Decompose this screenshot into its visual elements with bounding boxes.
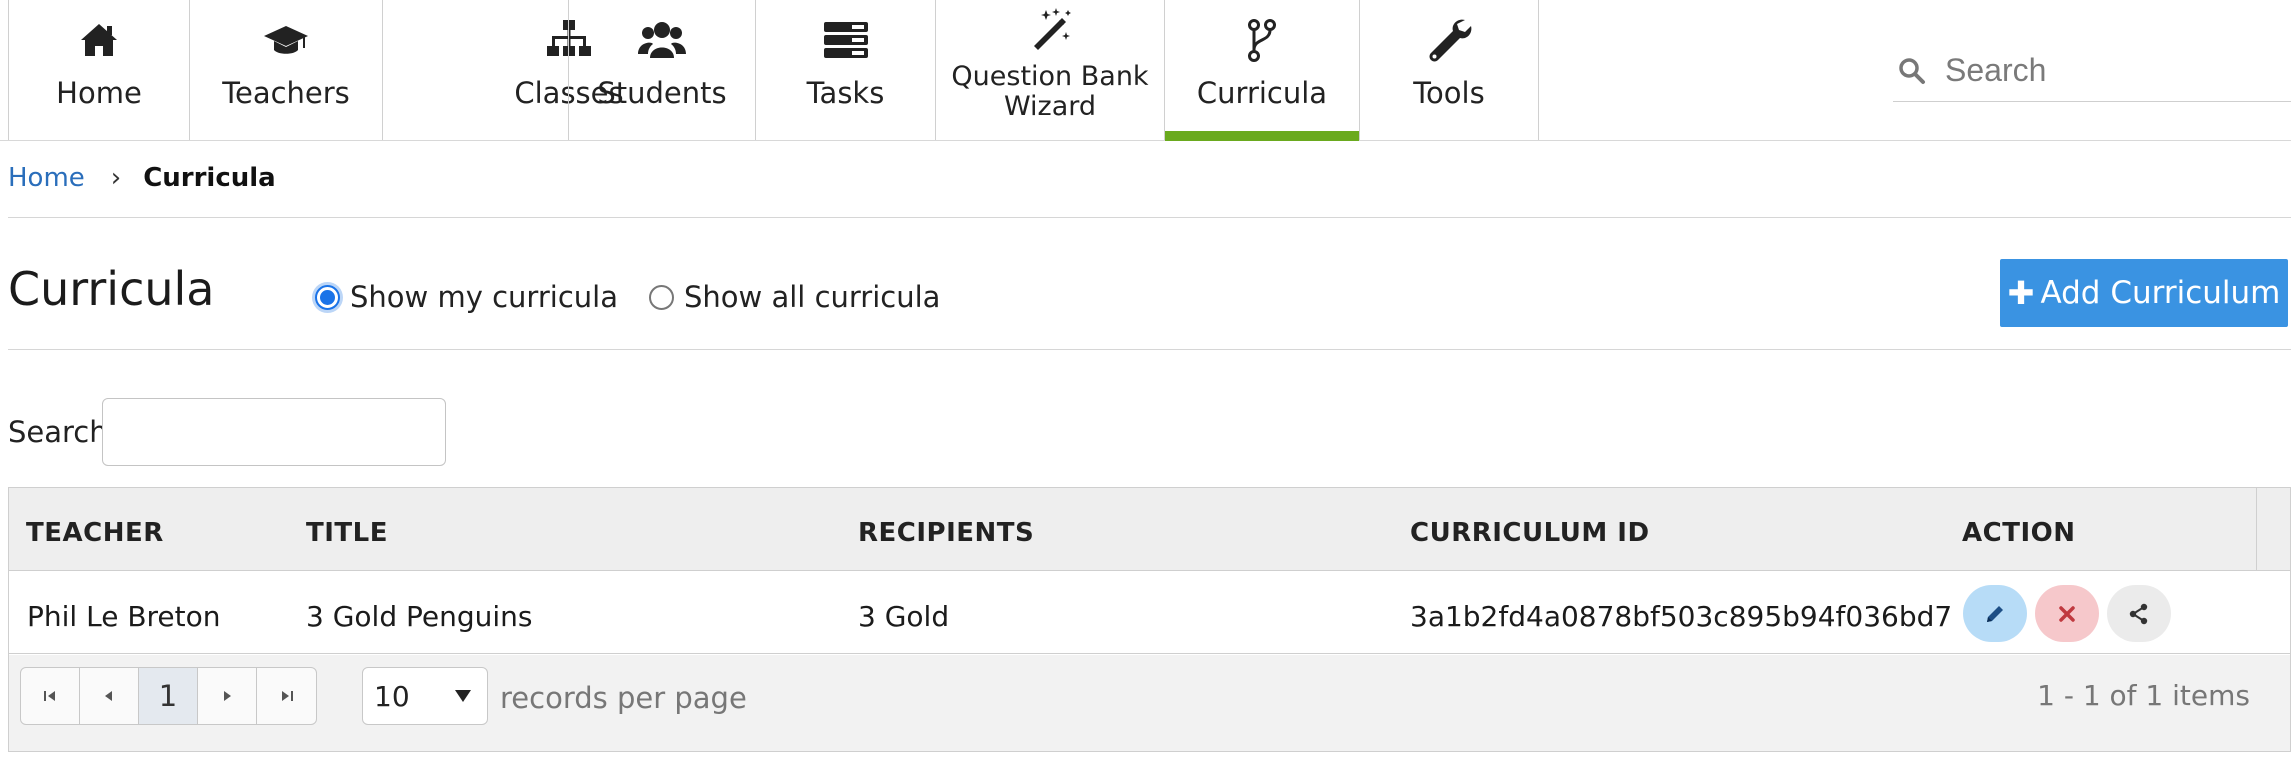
- breadcrumb-separator: ›: [110, 163, 122, 193]
- nav-tab-label: Curricula: [1196, 76, 1328, 110]
- grid-pager: 1 10 records per page 1 - 1 of 1 items: [9, 655, 2290, 751]
- home-icon: [73, 14, 125, 66]
- show-my-curricula-radio[interactable]: Show my curricula: [315, 280, 618, 314]
- add-curriculum-button[interactable]: ✚ Add Curriculum: [2000, 259, 2288, 327]
- column-header-curriculum-id[interactable]: CURRICULUM ID: [1410, 518, 1650, 548]
- divider: [8, 349, 2291, 350]
- radio-label: Show all curricula: [684, 280, 941, 314]
- share-icon: [2129, 603, 2148, 624]
- plus-icon: ✚: [2007, 274, 2035, 312]
- nav-tab-tools[interactable]: Tools: [1359, 0, 1539, 140]
- nav-tab-label: Home: [56, 76, 142, 110]
- magic-wand-icon: [1024, 6, 1076, 54]
- page-size-value: 10: [374, 679, 410, 713]
- cell-recipients: 3 Gold: [858, 600, 950, 633]
- nav-tab-home[interactable]: Home: [8, 0, 189, 140]
- cell-curriculum-id: 3a1b2fd4a0878bf503c895b94f036bd7: [1410, 600, 1953, 633]
- global-search-input[interactable]: [1945, 52, 2275, 89]
- nav-tab-label: Teachers: [222, 76, 350, 110]
- nav-tab-curricula[interactable]: Curricula: [1164, 0, 1359, 141]
- global-search[interactable]: [1893, 40, 2291, 102]
- breadcrumb: Home › Curricula: [8, 160, 276, 196]
- nav-tab-students[interactable]: Students: [568, 0, 755, 140]
- nav-tab-question-bank-wizard[interactable]: Question Bank Wizard: [935, 0, 1164, 140]
- scrollbar-gutter: [2256, 488, 2290, 571]
- curricula-grid: TEACHER TITLE RECIPIENTS CURRICULUM ID A…: [8, 487, 2291, 752]
- column-header-action: ACTION: [1962, 518, 2076, 548]
- next-page-button[interactable]: [198, 668, 257, 724]
- code-branch-icon: [1236, 14, 1288, 66]
- page-size-select[interactable]: 10: [362, 667, 488, 725]
- add-curriculum-label: Add Curriculum: [2040, 275, 2281, 311]
- top-navigation: Home Teachers Classes Students Tasks Que…: [0, 0, 2291, 141]
- column-header-title[interactable]: TITLE: [306, 518, 388, 548]
- nav-tab-teachers[interactable]: Teachers: [189, 0, 382, 140]
- nav-tab-label: Tasks: [806, 76, 885, 110]
- first-page-icon: [44, 691, 55, 701]
- last-page-icon: [281, 691, 293, 701]
- previous-page-icon: [105, 691, 112, 701]
- grid-search-input[interactable]: [102, 398, 446, 466]
- users-icon: [636, 14, 688, 66]
- wrench-icon: [1423, 14, 1475, 66]
- first-page-button[interactable]: [21, 668, 80, 724]
- cell-teacher: Phil Le Breton: [27, 600, 221, 633]
- share-button[interactable]: [2107, 585, 2171, 642]
- edit-icon: [1987, 605, 2003, 622]
- last-page-button[interactable]: [257, 668, 316, 724]
- page-size-label: records per page: [500, 681, 747, 715]
- table-row: Phil Le Breton 3 Gold Penguins 3 Gold 3a…: [9, 572, 2290, 654]
- edit-button[interactable]: [1963, 585, 2027, 642]
- show-all-curricula-radio[interactable]: Show all curricula: [649, 280, 940, 314]
- divider: [8, 217, 2291, 218]
- nav-tab-label: Tools: [1413, 76, 1485, 110]
- nav-tab-tasks[interactable]: Tasks: [755, 0, 935, 140]
- next-page-icon: [224, 691, 231, 701]
- chevron-down-icon: [455, 690, 471, 702]
- delete-button[interactable]: [2035, 585, 2099, 642]
- pager-buttons: 1: [20, 667, 317, 725]
- pager-info: 1 - 1 of 1 items: [2037, 679, 2250, 712]
- page-number-button[interactable]: 1: [139, 668, 198, 724]
- page-title: Curricula: [8, 262, 215, 316]
- cell-title: 3 Gold Penguins: [306, 600, 533, 633]
- radio-selected-indicator[interactable]: [315, 284, 340, 310]
- radio-label: Show my curricula: [350, 280, 618, 314]
- grid-search-label: Search: [8, 415, 108, 449]
- breadcrumb-home-link[interactable]: Home: [8, 163, 85, 193]
- tasks-icon: [820, 14, 872, 66]
- previous-page-button[interactable]: [80, 668, 139, 724]
- column-header-teacher[interactable]: TEACHER: [26, 518, 164, 548]
- column-header-recipients[interactable]: RECIPIENTS: [858, 518, 1034, 548]
- delete-icon: [2059, 605, 2075, 622]
- radio-unselected-indicator[interactable]: [649, 284, 674, 310]
- nav-tab-label: Question Bank Wizard: [951, 61, 1149, 122]
- search-icon: [1899, 57, 1925, 84]
- grid-header: TEACHER TITLE RECIPIENTS CURRICULUM ID A…: [9, 488, 2290, 571]
- graduation-cap-icon: [260, 14, 312, 66]
- breadcrumb-current: Curricula: [143, 163, 276, 193]
- nav-tab-label: Students: [597, 76, 727, 110]
